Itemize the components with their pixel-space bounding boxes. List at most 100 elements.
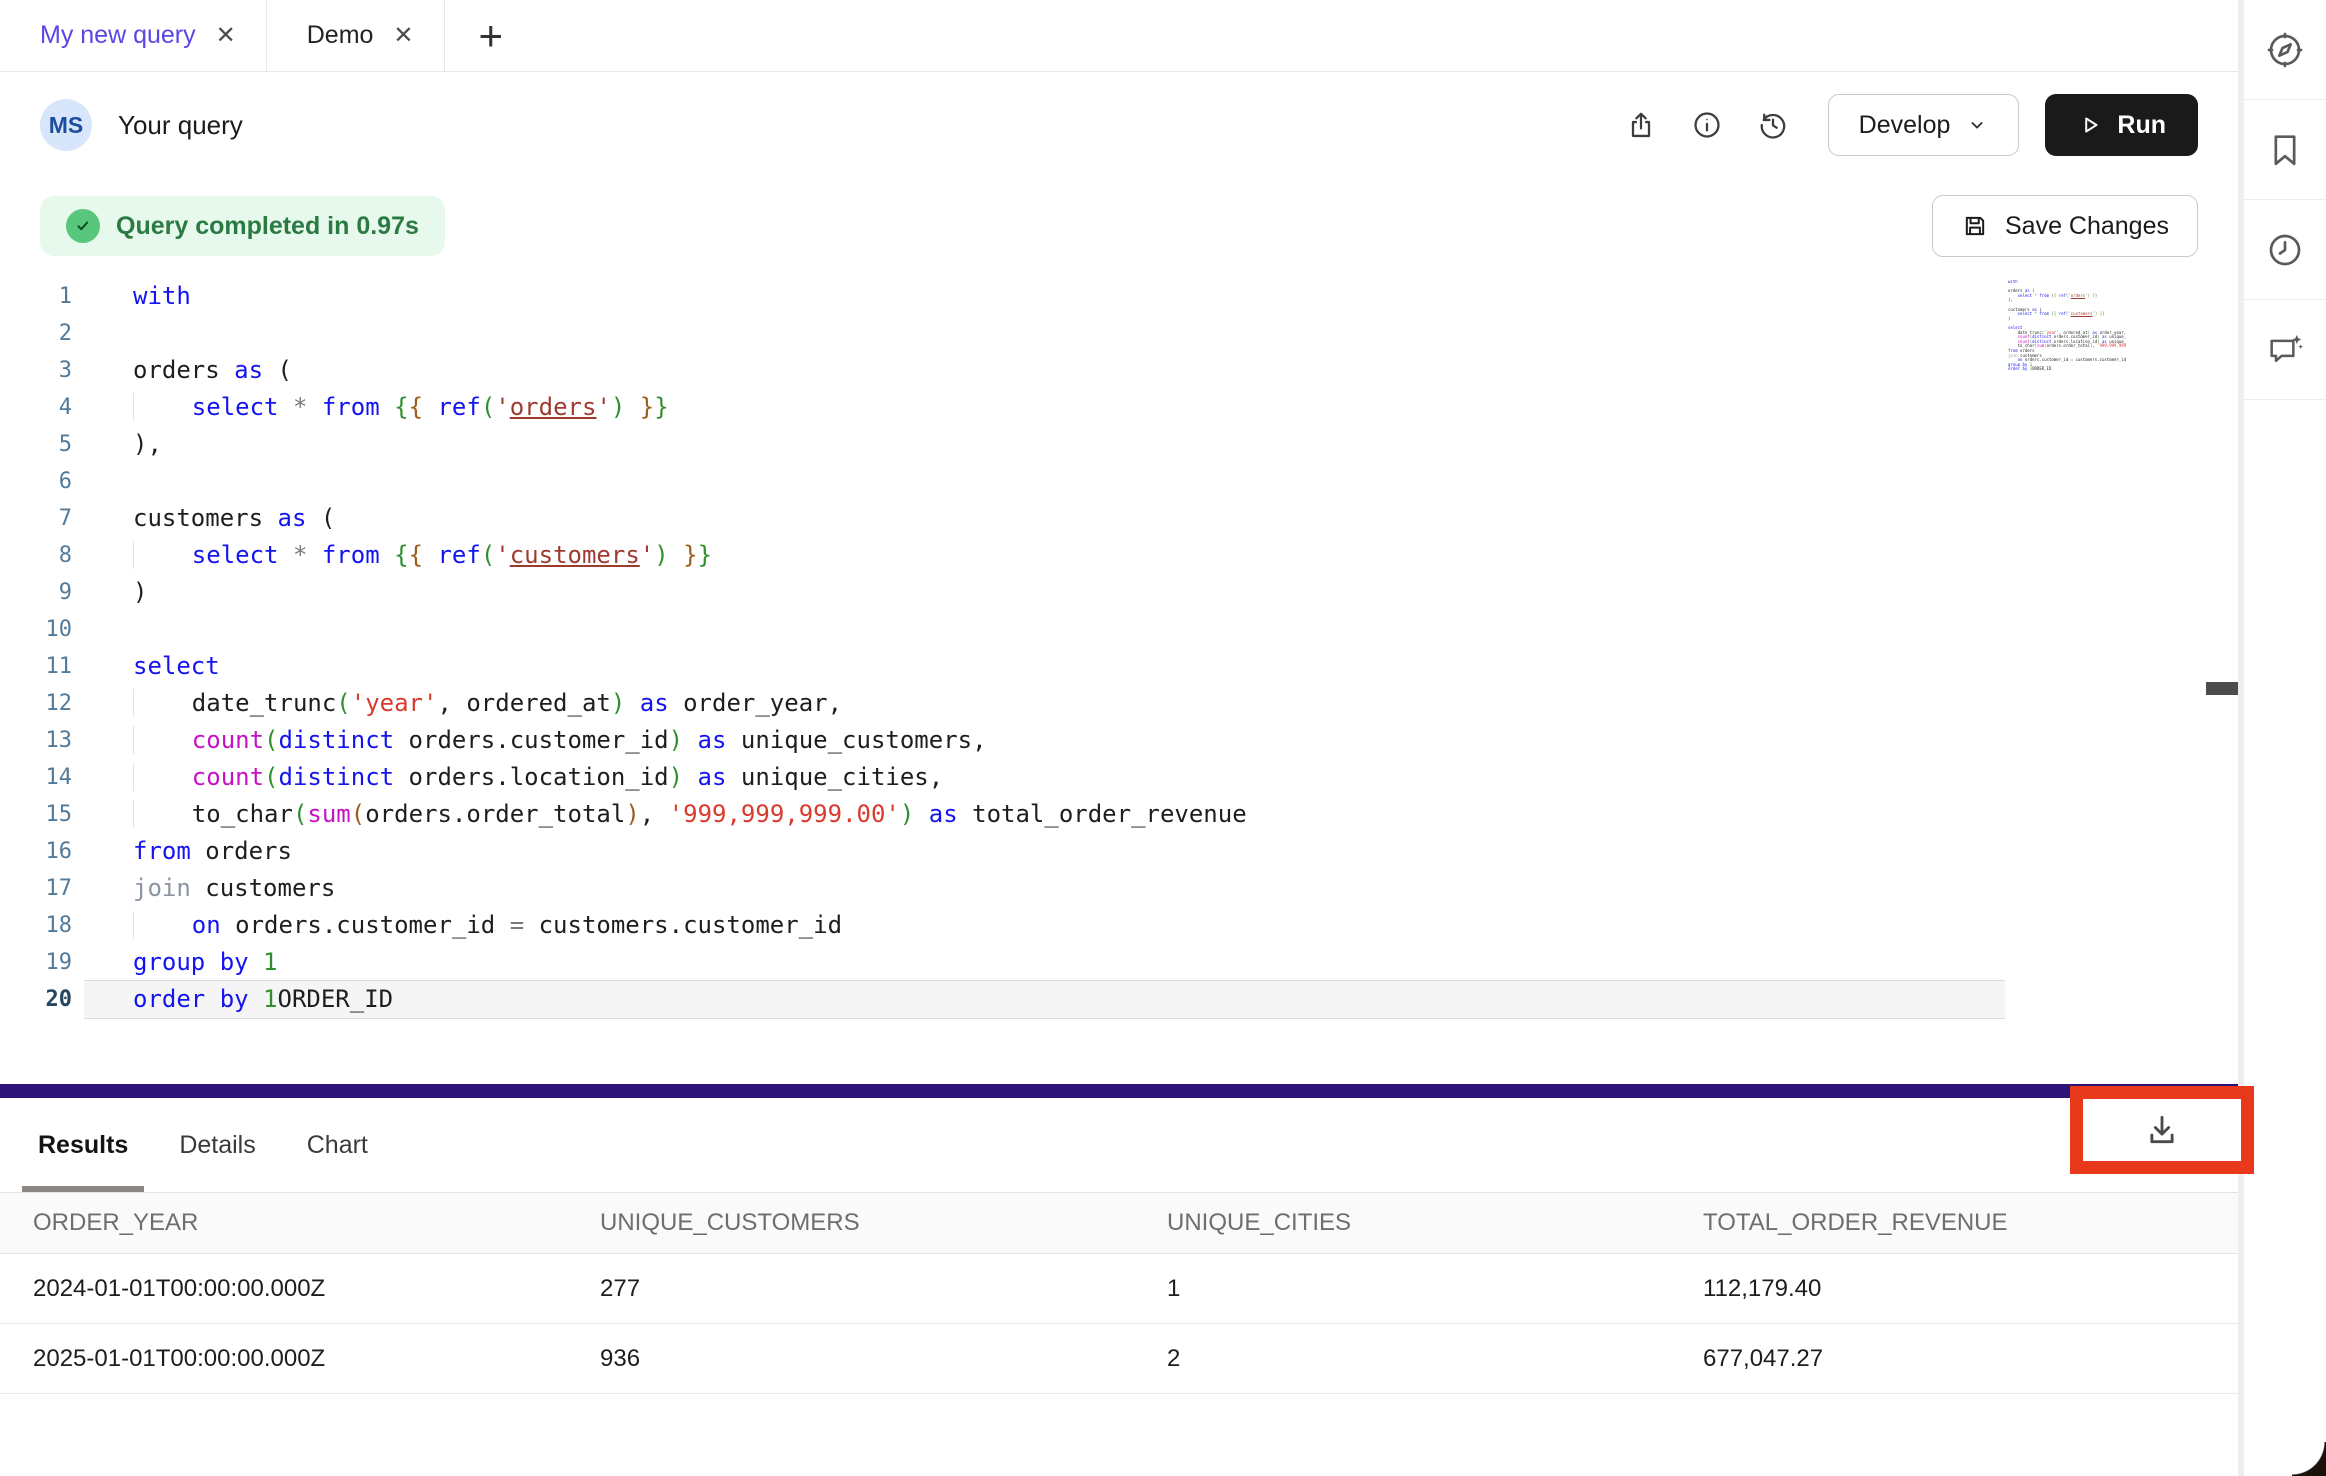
explore-button[interactable] xyxy=(2244,0,2326,100)
query-ide-window: My new query✕ Demo ✕ + MS Your query xyxy=(0,0,2326,1476)
editor-scrollbar-handle[interactable] xyxy=(2206,682,2238,695)
tab-list: My new query✕ Demo ✕ xyxy=(0,0,445,71)
info-icon xyxy=(1691,109,1723,141)
play-icon xyxy=(2077,112,2103,138)
table-row[interactable]: 2024-01-01T00:00:00.000Z2771112,179.40 xyxy=(0,1254,2238,1324)
clock-icon xyxy=(2265,230,2305,270)
code-line-8[interactable]: 8 select * from {{ ref('customers') }} xyxy=(0,537,2238,574)
run-label: Run xyxy=(2117,111,2166,140)
main-panel: My new query✕ Demo ✕ + MS Your query xyxy=(0,0,2238,1476)
code-line-9[interactable]: 9) xyxy=(0,574,2238,611)
table-cell: 1 xyxy=(1167,1275,1703,1303)
code-line-3[interactable]: 3orders as ( xyxy=(0,352,2238,389)
code-line-7[interactable]: 7customers as ( xyxy=(0,500,2238,537)
line-number: 16 xyxy=(0,833,72,870)
page-title: Your query xyxy=(118,110,243,141)
develop-dropdown[interactable]: Develop xyxy=(1828,94,2020,156)
line-number: 17 xyxy=(0,870,72,907)
right-sidebar xyxy=(2238,0,2326,1476)
save-changes-button[interactable]: Save Changes xyxy=(1932,195,2198,257)
line-number: 10 xyxy=(0,611,72,648)
history-icon xyxy=(1757,109,1789,141)
column-header: UNIQUE_CUSTOMERS xyxy=(600,1209,1167,1237)
minimap[interactable]: withorders as ( select * from {{ ref('or… xyxy=(2008,280,2126,372)
line-number: 18 xyxy=(0,907,72,944)
code-line-19[interactable]: 19group by 1 xyxy=(0,944,2238,981)
code-line-4[interactable]: 4 select * from {{ ref('orders') }} xyxy=(0,389,2238,426)
bookmark-icon xyxy=(2265,130,2305,170)
line-number: 3 xyxy=(0,352,72,389)
tab-label: Demo xyxy=(307,21,374,50)
line-number: 11 xyxy=(0,648,72,685)
results-tab-details[interactable]: Details xyxy=(163,1098,271,1192)
share-button[interactable] xyxy=(1618,102,1664,148)
editor-tab-demo[interactable]: Demo ✕ xyxy=(267,0,445,71)
check-circle-icon xyxy=(66,209,100,243)
share-icon xyxy=(1625,109,1657,141)
table-cell: 2024-01-01T00:00:00.000Z xyxy=(33,1275,600,1303)
sql-editor[interactable]: 1with23orders as (4 select * from {{ ref… xyxy=(0,274,2238,1084)
code-line-2[interactable]: 2 xyxy=(0,315,2238,352)
code-line-11[interactable]: 11select xyxy=(0,648,2238,685)
code-line-1[interactable]: 1with xyxy=(0,278,2238,315)
query-status-badge: Query completed in 0.97s xyxy=(40,196,445,256)
status-row: Query completed in 0.97s Save Changes xyxy=(0,178,2238,274)
column-header: ORDER_YEAR xyxy=(33,1209,600,1237)
results-table: ORDER_YEARUNIQUE_CUSTOMERSUNIQUE_CITIEST… xyxy=(0,1192,2238,1394)
results-tab-results[interactable]: Results xyxy=(22,1098,144,1192)
line-number: 7 xyxy=(0,500,72,537)
ai-assistant-button[interactable] xyxy=(2244,300,2326,400)
download-icon xyxy=(2143,1111,2181,1149)
table-cell: 936 xyxy=(600,1345,1167,1373)
line-number: 14 xyxy=(0,759,72,796)
code-line-16[interactable]: 16from orders xyxy=(0,833,2238,870)
table-cell: 677,047.27 xyxy=(1703,1345,2238,1373)
line-number: 1 xyxy=(0,278,72,315)
code-line-5[interactable]: 5), xyxy=(0,426,2238,463)
code-line-6[interactable]: 6 xyxy=(0,463,2238,500)
bookmarks-button[interactable] xyxy=(2244,100,2326,200)
code-line-14[interactable]: 14 count(distinct orders.location_id) as… xyxy=(0,759,2238,796)
header-actions: Develop Run xyxy=(1598,94,2198,156)
download-results-button[interactable] xyxy=(2143,1111,2181,1149)
line-number: 4 xyxy=(0,389,72,426)
query-status-text: Query completed in 0.97s xyxy=(116,212,419,241)
results-tab-chart[interactable]: Chart xyxy=(291,1098,384,1192)
table-cell: 2 xyxy=(1167,1345,1703,1373)
code-line-13[interactable]: 13 count(distinct orders.customer_id) as… xyxy=(0,722,2238,759)
line-number: 15 xyxy=(0,796,72,833)
column-header: UNIQUE_CITIES xyxy=(1167,1209,1703,1237)
column-header: TOTAL_ORDER_REVENUE xyxy=(1703,1209,2238,1237)
table-cell: 277 xyxy=(600,1275,1167,1303)
new-tab-button[interactable]: + xyxy=(445,0,538,71)
table-cell: 2025-01-01T00:00:00.000Z xyxy=(33,1345,600,1373)
chat-sparkle-icon xyxy=(2265,330,2305,370)
code-line-20[interactable]: 20order by 1ORDER_ID xyxy=(0,981,2238,1018)
develop-label: Develop xyxy=(1859,111,1951,140)
tab-close-icon[interactable]: ✕ xyxy=(216,24,236,48)
line-number: 19 xyxy=(0,944,72,981)
code-line-10[interactable]: 10 xyxy=(0,611,2238,648)
results-tab-bar: ResultsDetailsChart xyxy=(0,1098,2238,1192)
save-icon xyxy=(1961,212,1989,240)
line-number: 12 xyxy=(0,685,72,722)
query-history-button[interactable] xyxy=(2244,200,2326,300)
code-line-15[interactable]: 15 to_char(sum(orders.order_total), '999… xyxy=(0,796,2238,833)
line-number: 9 xyxy=(0,574,72,611)
download-highlight-annotation xyxy=(2070,1086,2254,1174)
tab-close-icon[interactable]: ✕ xyxy=(393,24,413,48)
results-table-header: ORDER_YEARUNIQUE_CUSTOMERSUNIQUE_CITIEST… xyxy=(0,1192,2238,1254)
line-number: 13 xyxy=(0,722,72,759)
code-line-17[interactable]: 17join customers xyxy=(0,870,2238,907)
history-button[interactable] xyxy=(1750,102,1796,148)
table-row[interactable]: 2025-01-01T00:00:00.000Z9362677,047.27 xyxy=(0,1324,2238,1394)
panel-resize-divider[interactable] xyxy=(0,1084,2238,1098)
table-cell: 112,179.40 xyxy=(1703,1275,2238,1303)
line-number: 5 xyxy=(0,426,72,463)
info-button[interactable] xyxy=(1684,102,1730,148)
editor-tab-my-new-query[interactable]: My new query✕ xyxy=(0,0,267,71)
code-line-18[interactable]: 18 on orders.customer_id = customers.cus… xyxy=(0,907,2238,944)
run-button[interactable]: Run xyxy=(2045,94,2198,156)
avatar[interactable]: MS xyxy=(40,99,92,151)
code-line-12[interactable]: 12 date_trunc('year', ordered_at) as ord… xyxy=(0,685,2238,722)
